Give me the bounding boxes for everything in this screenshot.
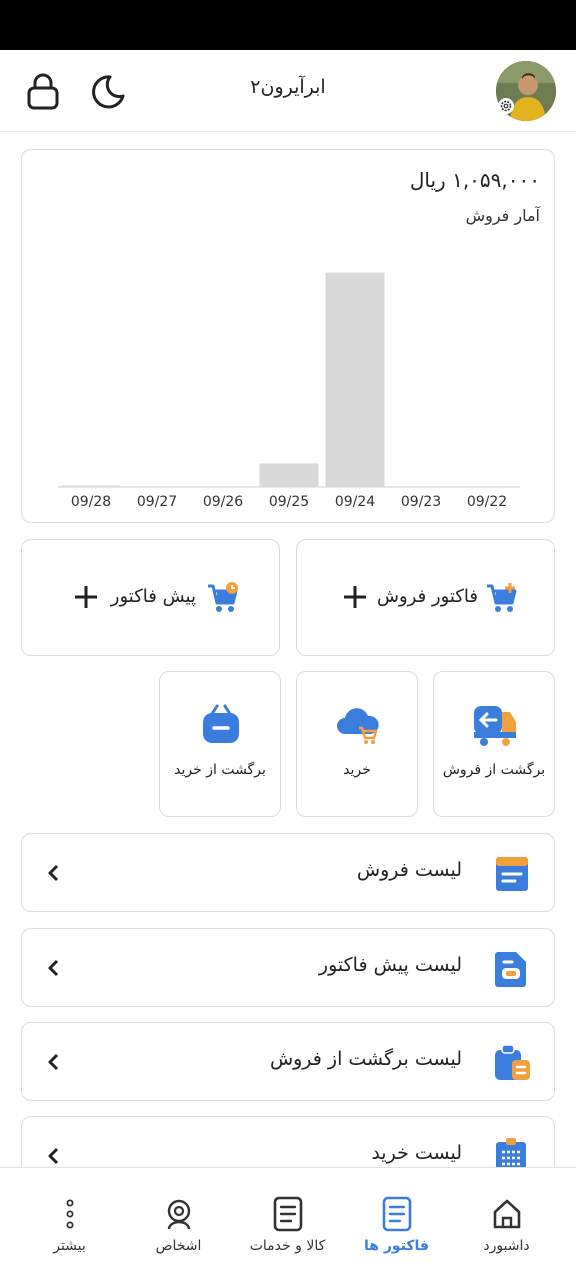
home-icon: [489, 1196, 525, 1232]
product-icon: [270, 1196, 306, 1232]
plus-icon: [341, 583, 369, 611]
purchase-tile[interactable]: خرید: [296, 671, 418, 817]
status-bar: [0, 0, 576, 50]
cart-plus-icon: [485, 581, 519, 615]
moon-icon[interactable]: [88, 72, 128, 112]
plus-icon: [72, 583, 100, 611]
nav-people-label: اشخاص: [155, 1238, 202, 1254]
new-sales-invoice-button[interactable]: فاکتور فروش: [296, 539, 555, 656]
x-tick-label: 09/26: [203, 494, 243, 510]
chevron-left-icon: [44, 863, 64, 883]
chart-bar-09-25: [259, 463, 319, 487]
x-tick-label: 09/25: [269, 494, 309, 510]
basket-minus-icon: [198, 702, 244, 748]
chevron-left-icon: [44, 1052, 64, 1072]
x-tick-label: 09/28: [71, 494, 111, 510]
nav-products-label: کالا و خدمات: [249, 1238, 326, 1254]
sales-return-list-item[interactable]: لیست برگشت از فروش: [21, 1022, 555, 1101]
document-list-icon: [492, 853, 532, 893]
bottom-navigation: داشبورد فاکتور ها کالا و خدمات اشخاص بیش…: [0, 1167, 576, 1280]
x-tick-label: 09/27: [137, 494, 177, 510]
sales-chart-card: ۱,۰۵۹,۰۰۰ ریال آمار فروش 09/28 09/27 09/26…: [21, 149, 555, 523]
new-proforma-button[interactable]: پیش فاکتور: [21, 539, 280, 656]
chevron-left-icon: [44, 1146, 64, 1166]
new-proforma-label: پیش فاکتور: [110, 586, 196, 607]
sales-return-label: برگشت از فروش: [442, 762, 546, 778]
x-tick-label: 09/23: [401, 494, 441, 510]
nav-people[interactable]: اشخاص: [121, 1168, 236, 1280]
app-title: ابرآیرون۲: [250, 76, 326, 98]
lock-icon[interactable]: [24, 72, 62, 110]
sales-bar-chart: 09/28 09/27 09/26 09/25 09/24 09/23 09/22: [58, 272, 520, 510]
nav-products[interactable]: کالا و خدمات: [230, 1168, 345, 1280]
x-tick-label: 09/22: [467, 494, 507, 510]
truck-return-icon: [472, 702, 518, 748]
chevron-left-icon: [44, 958, 64, 978]
cart-clock-icon: [206, 581, 240, 615]
cloud-cart-icon: [335, 702, 381, 748]
x-tick-label: 09/24: [335, 494, 375, 510]
sales-list-label: لیست فروش: [356, 859, 462, 881]
nav-more-label: بیشتر: [53, 1238, 86, 1254]
sales-return-list-label: لیست برگشت از فروش: [269, 1048, 462, 1070]
document-pre-icon: [492, 948, 532, 988]
nav-dashboard[interactable]: داشبورد: [449, 1168, 564, 1280]
new-sales-invoice-label: فاکتور فروش: [376, 586, 478, 607]
gear-icon[interactable]: [498, 98, 514, 114]
proforma-list-label: لیست پیش فاکتور: [318, 954, 462, 976]
clipboard-return-icon: [492, 1042, 532, 1082]
more-icon: [52, 1196, 88, 1232]
purchase-list-label: لیست خرید: [371, 1142, 462, 1164]
chart-bar-09-28: [61, 485, 121, 487]
nav-dashboard-label: داشبورد: [483, 1238, 530, 1254]
purchase-return-tile[interactable]: برگشت از خرید: [159, 671, 281, 817]
purchase-label: خرید: [343, 762, 371, 778]
nav-more[interactable]: بیشتر: [12, 1168, 127, 1280]
people-icon: [161, 1196, 197, 1232]
nav-invoices[interactable]: فاکتور ها: [339, 1168, 454, 1280]
sales-return-tile[interactable]: برگشت از فروش: [433, 671, 555, 817]
purchase-return-label: برگشت از خرید: [174, 762, 266, 778]
invoice-icon: [379, 1196, 415, 1232]
nav-invoices-label: فاکتور ها: [364, 1238, 429, 1254]
app-bar: ابرآیرون۲: [0, 50, 576, 132]
proforma-list-item[interactable]: لیست پیش فاکتور: [21, 928, 555, 1007]
sales-list-item[interactable]: لیست فروش: [21, 833, 555, 912]
chart-bar-09-24: [325, 272, 385, 487]
